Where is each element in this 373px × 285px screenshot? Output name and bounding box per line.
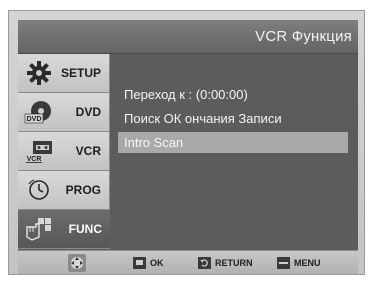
sidebar-item-dvd[interactable]: DVD DVD [18,93,110,132]
sidebar-item-label: VCR [75,144,101,158]
sidebar-item-vcr[interactable]: VCR VCR [18,132,110,171]
page-title: VCR Функция [255,28,352,45]
function-menu: Переход к : (0:00:00) Поиск ОК ончания З… [110,54,358,250]
sidebar-item-prog[interactable]: PROG [18,171,110,210]
ok-hint: OK [133,256,164,270]
menu-icon [277,257,290,269]
menu-hint: MENU [277,256,321,270]
return-icon [198,257,211,269]
menu-item-goto[interactable]: Переход к : (0:00:00) [118,84,348,105]
sidebar-item-func[interactable]: FUNC [18,210,110,249]
dvd-disc-icon: DVD [24,101,51,124]
ok-hint-label: OK [150,258,164,268]
return-hint: RETURN [198,256,253,270]
sidebar-item-label: PROG [65,183,101,197]
svg-text:DVD: DVD [27,116,42,123]
sidebar-item-label: DVD [75,105,101,119]
osd-screen: VCR Функция SETUP DVD DVD VCR VCR PROG F… [18,20,358,274]
sidebar-item-label: SETUP [60,66,101,80]
menu-hint-label: MENU [294,258,321,268]
clock-icon [28,179,49,200]
return-hint-label: RETURN [215,258,253,268]
sidebar-item-label: FUNC [68,222,102,236]
sidebar: SETUP DVD DVD VCR VCR PROG FUNC [18,54,110,250]
menu-item-end-search[interactable]: Поиск ОК ончания Записи [118,108,348,129]
vcr-cassette-icon: VCR [26,141,52,163]
footer-hint-bar: OK RETURN MENU [18,250,358,274]
directional-pad-icon [68,254,86,272]
remote-hand-icon [26,218,51,241]
menu-item-intro-scan[interactable]: Intro Scan [118,132,348,153]
gear-icon [27,61,51,85]
ok-button-icon [133,257,146,269]
svg-text:VCR: VCR [27,156,42,163]
sidebar-item-setup[interactable]: SETUP [18,54,110,93]
header-bar: VCR Функция [18,20,358,54]
